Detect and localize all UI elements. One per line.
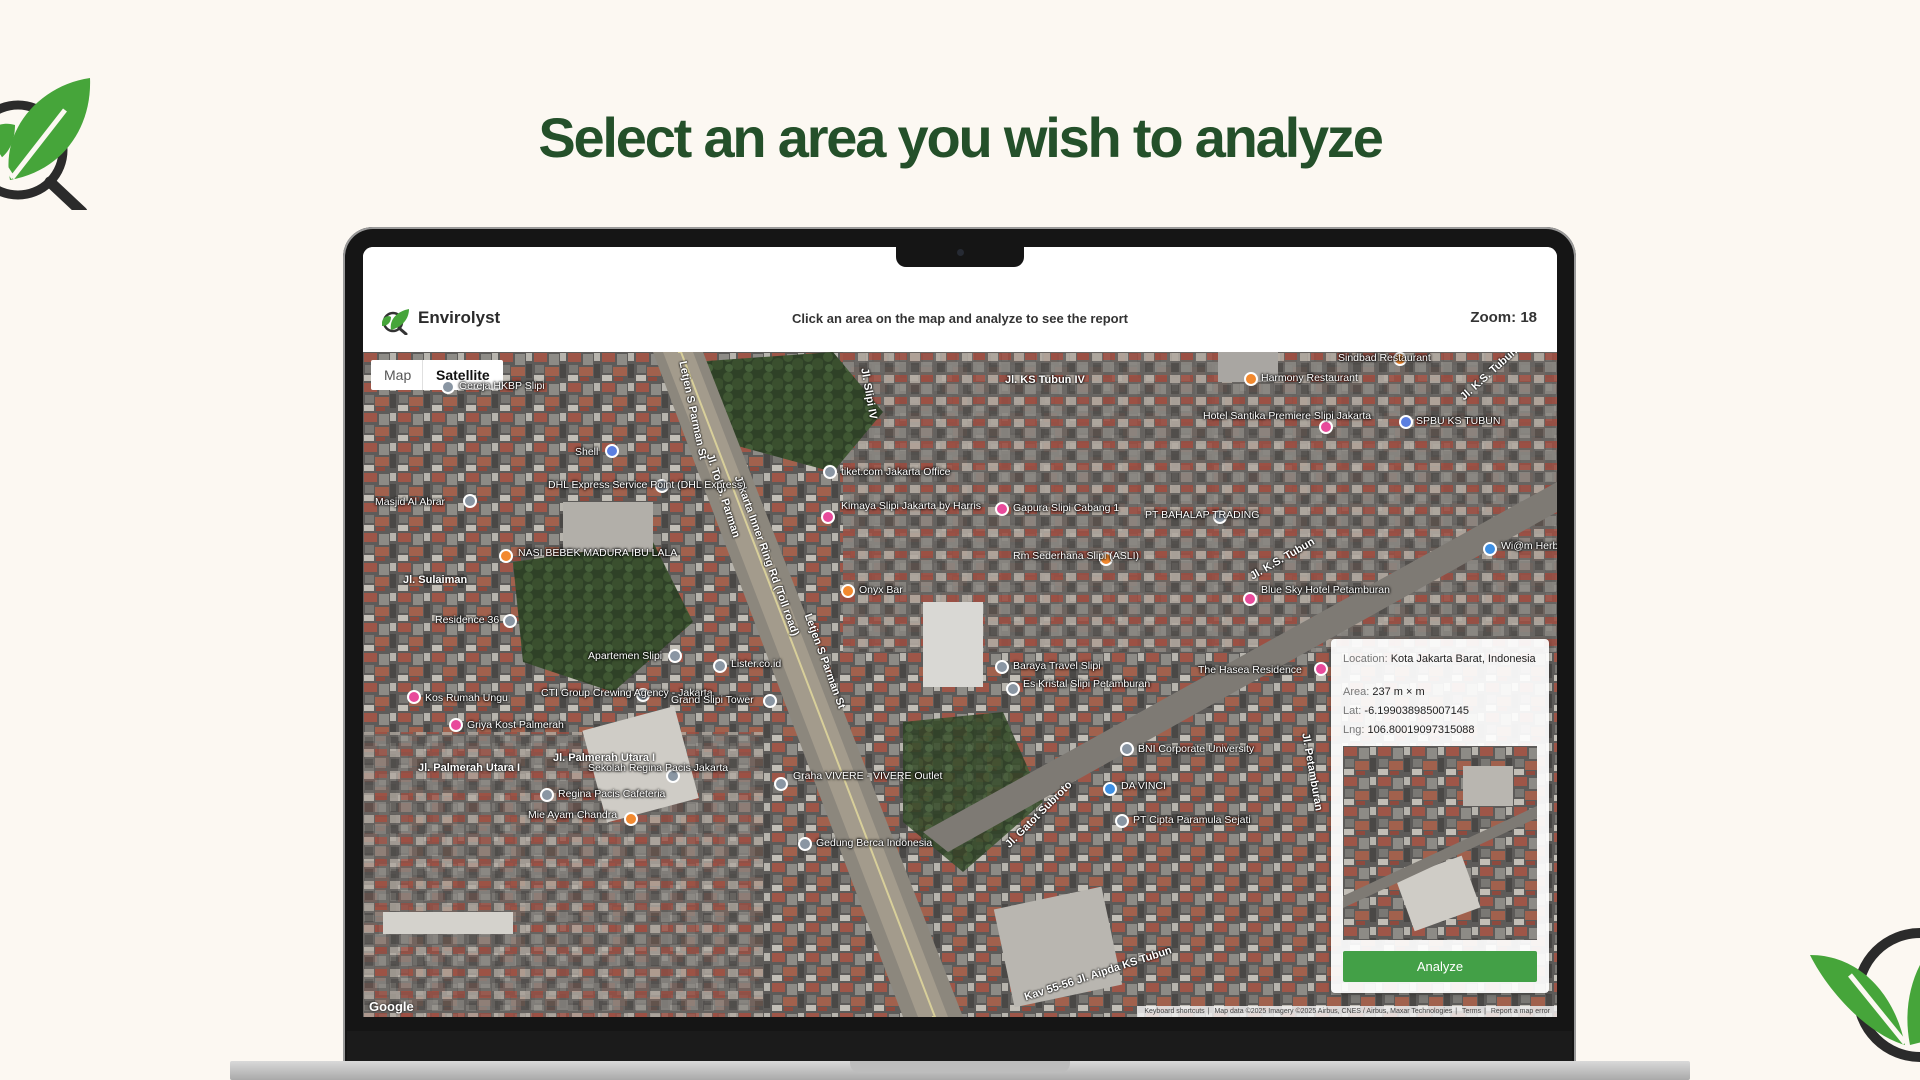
office-icon[interactable] [540, 788, 554, 802]
area-info-card: Location: Kota Jakarta Barat, Indonesia … [1331, 639, 1549, 993]
place-label: Gapura Slipi Cabang 1 [1013, 502, 1120, 514]
road-label: Jl. KS Tubun IV [1005, 374, 1085, 386]
place-label: Onyx Bar [859, 584, 903, 596]
report-map-error-link[interactable]: Report a map error [1491, 1008, 1550, 1015]
lng-value: 106.80019097315088 [1367, 724, 1475, 736]
shop-icon[interactable] [1103, 782, 1117, 796]
bar-icon[interactable] [841, 584, 855, 598]
laptop-hinge-notch [850, 1061, 1070, 1073]
office-icon[interactable] [1006, 682, 1020, 696]
place-label: Es Kristal Slipi Petamburan [1023, 678, 1151, 690]
leaf-magnifier-logo-icon [1810, 928, 1920, 1062]
place-label: Baraya Travel Slipi [1013, 660, 1101, 672]
office-icon[interactable] [798, 837, 812, 851]
laptop-bezel-bottom [347, 1031, 1572, 1061]
place-label: Sindbad Restaurant [1338, 352, 1431, 364]
location-key: Location: [1343, 653, 1388, 665]
place-label: Lister.co.id [731, 658, 782, 670]
office-icon[interactable] [668, 649, 682, 663]
hotel-icon[interactable] [449, 718, 463, 732]
restaurant-icon[interactable] [499, 549, 513, 563]
place-label: DA VINCI [1121, 780, 1166, 792]
map-type-map-tab[interactable]: Map [371, 360, 425, 390]
place-label: Blue Sky Hotel Petamburan [1261, 584, 1390, 596]
hotel-icon[interactable] [1319, 420, 1333, 434]
map-data-attribution: Map data ©2025 Imagery ©2025 Airbus, CNE… [1214, 1008, 1453, 1015]
place-label: PT BAHALAP TRADING [1145, 509, 1260, 521]
laptop-screen: Envirolyst Click an area on the map and … [363, 247, 1557, 1017]
mosque-icon[interactable] [463, 494, 477, 508]
place-label: Gedung Berca Indonesia [816, 837, 933, 849]
shop-icon[interactable] [1483, 542, 1497, 556]
office-icon[interactable] [713, 659, 727, 673]
place-label: tiket.com Jakarta Office [841, 466, 951, 478]
place-label: Kos Rumah Ungu [425, 692, 508, 704]
place-label: Shell [575, 446, 599, 458]
google-logo: Google [369, 999, 414, 1014]
area-row: Area: 237 m × m [1343, 685, 1539, 700]
place-label: Kimaya Slipi Jakarta by Harris [841, 500, 982, 512]
place-label: PT Cipta Paramula Sejati [1133, 814, 1251, 826]
satellite-map[interactable]: Map Satellite Jl. KS Tubun IV Jl. K.S. T… [363, 352, 1557, 1017]
lat-key: Lat: [1343, 705, 1362, 717]
lat-row: Lat: -6.199038985007145 [1343, 704, 1539, 719]
area-value: 237 m × m [1372, 686, 1425, 698]
place-label: The Hasea Residence [1198, 664, 1302, 676]
lng-key: Lng: [1343, 724, 1365, 736]
lat-value: -6.199038985007145 [1364, 705, 1470, 717]
hotel-icon[interactable] [1243, 592, 1257, 606]
place-label: Grand Slipi Tower [671, 694, 754, 706]
place-label: Harmony Restaurant [1261, 372, 1358, 384]
restaurant-icon[interactable] [624, 812, 638, 826]
hotel-icon[interactable] [1314, 662, 1328, 676]
place-label: BNI Corporate University [1138, 743, 1255, 755]
hotel-icon[interactable] [995, 502, 1009, 516]
road-label: Jl. Palmerah Utara I [418, 762, 521, 774]
place-label: SPBU KS TUBUN [1416, 415, 1501, 427]
place-label: Mie Ayam Chandra [528, 809, 618, 821]
restaurant-icon[interactable] [1244, 372, 1258, 386]
lng-row: Lng: 106.80019097315088 [1343, 723, 1539, 738]
area-key: Area: [1343, 686, 1370, 698]
camera-lens [957, 249, 964, 256]
office-icon[interactable] [763, 694, 777, 708]
analyze-button[interactable]: Analyze [1343, 951, 1537, 982]
map-attribution-bar: Keyboard shortcuts | Map data ©2025 Image… [1137, 1006, 1557, 1017]
zoom-label: Zoom: [1470, 309, 1517, 326]
place-label: NASI BEBEK MADURA IBU LALA [518, 547, 678, 559]
office-icon[interactable] [774, 777, 788, 791]
office-icon[interactable] [503, 614, 517, 628]
place-label: Sekolah Regina Pacis Jakarta [588, 762, 729, 774]
church-icon[interactable] [441, 380, 455, 394]
place-label: Hotel Santika Premiere Slipi Jakarta [1203, 410, 1372, 422]
school-icon[interactable] [1120, 742, 1134, 756]
gas-station-icon[interactable] [605, 444, 619, 458]
location-row: Location: Kota Jakarta Barat, Indonesia [1343, 652, 1539, 667]
gas-station-icon[interactable] [1399, 415, 1413, 429]
place-label: Regina Pacis Cafeteria [558, 788, 666, 800]
office-icon[interactable] [1115, 814, 1129, 828]
place-label: Wi@m Herb [1501, 540, 1557, 552]
hotel-icon[interactable] [407, 690, 421, 704]
place-label: DHL Express Service Point (DHL Express) [548, 479, 746, 491]
page-headline: Select an area you wish to analyze [538, 106, 1384, 169]
office-icon[interactable] [823, 465, 837, 479]
hotel-icon[interactable] [821, 510, 835, 524]
location-value: Kota Jakarta Barat, Indonesia [1390, 653, 1536, 665]
place-label: Apartemen Slipi [588, 650, 663, 662]
office-icon[interactable] [995, 660, 1009, 674]
instruction-text: Click an area on the map and analyze to … [792, 311, 1128, 326]
place-label: Residence 36 [435, 614, 500, 626]
place-label: Griya Kost Palmerah [467, 719, 564, 731]
zoom-readout: Zoom: 18 [1470, 309, 1537, 326]
place-label: Graha VIVERE - VIVERE Outlet [793, 770, 943, 782]
place-label: Masjid Al Abrar [375, 496, 446, 508]
area-preview-image [1343, 746, 1537, 940]
keyboard-shortcuts-link[interactable]: Keyboard shortcuts [1144, 1008, 1204, 1015]
zoom-value: 18 [1520, 309, 1537, 326]
terms-link[interactable]: Terms [1462, 1008, 1481, 1015]
place-label: Gereja HKBP Slipi [459, 380, 545, 392]
place-label: Rm Sederhana Slipi (ASLI) [1013, 550, 1140, 562]
road-label: Jl. Sulaiman [403, 574, 468, 586]
